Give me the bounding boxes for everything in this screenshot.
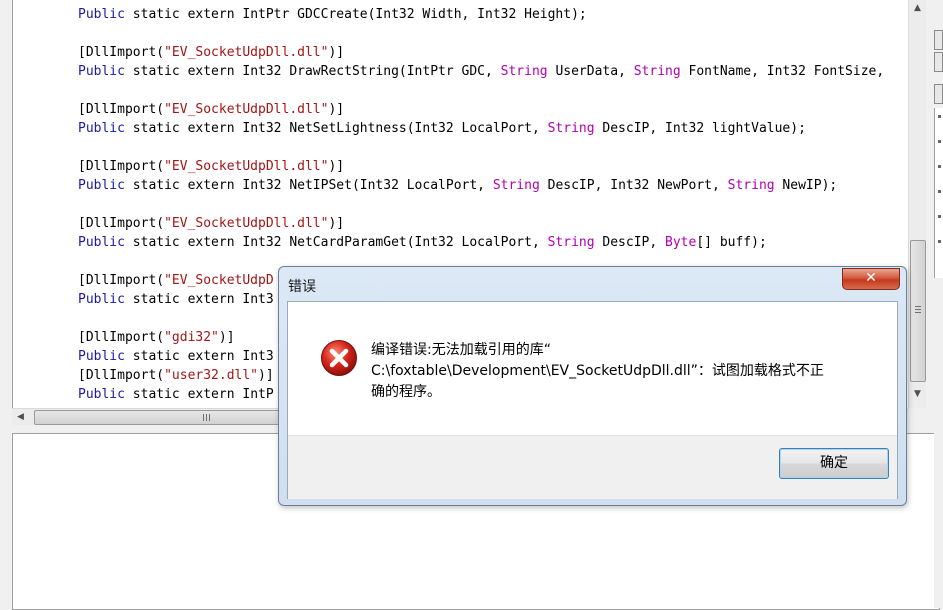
close-icon: ✕ <box>865 270 877 286</box>
code-line: [DllImport("EV_SocketUdpD <box>78 273 274 289</box>
attribute-text: [DllImport( <box>78 368 165 383</box>
type-keyword: String <box>727 178 775 193</box>
string-literal: "EV_SocketUdpDll.dll" <box>164 216 329 231</box>
side-list[interactable] <box>934 108 943 278</box>
side-button[interactable] <box>934 30 943 50</box>
code-text: [] buff); <box>696 235 767 250</box>
code-text: NewIP); <box>774 178 838 193</box>
attribute-text: )] <box>328 102 345 117</box>
keyword: Public <box>78 292 125 307</box>
code-text: static extern Int3 <box>124 292 274 307</box>
string-literal: "EV_SocketUdpDll.dll" <box>164 102 329 117</box>
type-keyword: Byte <box>665 235 697 250</box>
attribute-text: )] <box>328 45 345 60</box>
keyword: Public <box>78 387 125 402</box>
attribute-text: )] <box>328 216 345 231</box>
code-line: Public static extern IntP <box>78 387 274 403</box>
scroll-down-icon[interactable]: ▼ <box>909 386 926 403</box>
code-text: FontName, Int32 FontSize, <box>680 64 885 79</box>
scroll-thumb[interactable] <box>910 240 926 382</box>
code-text: UserData, <box>547 64 634 79</box>
code-line: [DllImport("EV_SocketUdpDll.dll")] <box>78 159 344 175</box>
code-line: [DllImport("EV_SocketUdpDll.dll")] <box>78 102 344 118</box>
code-line: Public static extern Int3 <box>78 349 274 365</box>
list-item <box>938 115 941 118</box>
error-dialog: 错误 ✕ 编译错误:无法加载引用的库“ C:\foxtable\Developm… <box>278 266 907 506</box>
dialog-body: 编译错误:无法加载引用的库“ C:\foxtable\Development\E… <box>287 301 898 499</box>
code-line: Public static extern IntPtr GDCCreate(In… <box>78 7 587 23</box>
string-literal: "EV_SocketUdpDll.dll" <box>164 159 329 174</box>
string-literal: "user32.dll" <box>164 368 259 383</box>
attribute-text: [DllImport( <box>78 159 165 174</box>
type-keyword: String <box>547 121 595 136</box>
attribute-text: [DllImport( <box>78 330 165 345</box>
keyword: Public <box>78 349 125 364</box>
string-literal: "gdi32" <box>164 330 219 345</box>
keyword: Public <box>78 7 125 22</box>
dialog-title: 错误 <box>288 279 316 295</box>
list-item <box>938 165 941 168</box>
list-item <box>938 215 941 218</box>
grip-line <box>206 414 207 421</box>
message-line: C:\foxtable\Development\EV_SocketUdpDll.… <box>371 363 824 379</box>
scroll-left-icon[interactable]: ◀ <box>12 409 29 426</box>
attribute-text: )] <box>258 368 274 383</box>
grip-line <box>209 414 210 421</box>
grip-line <box>203 414 204 421</box>
code-text: static extern Int3 <box>124 349 274 364</box>
code-line: Public static extern Int32 NetSetLightne… <box>78 121 806 137</box>
attribute-text: )] <box>218 330 235 345</box>
side-button[interactable] <box>934 84 943 104</box>
type-keyword: String <box>492 178 540 193</box>
code-line: Public static extern Int32 NetCardParamG… <box>78 235 767 251</box>
error-icon <box>321 340 357 376</box>
keyword: Public <box>78 235 125 250</box>
type-keyword: String <box>500 64 548 79</box>
grip-line <box>915 306 921 307</box>
code-text: DescIP, Int32 NewPort, <box>539 178 728 193</box>
attribute-text: [DllImport( <box>78 216 165 231</box>
keyword: Public <box>78 121 125 136</box>
code-text: static extern IntP <box>124 387 274 402</box>
side-button[interactable] <box>934 52 943 72</box>
code-text: static extern Int32 NetIPSet(Int32 Local… <box>124 178 493 193</box>
message-line: 确的程序。 <box>371 384 441 400</box>
dialog-footer: 确定 <box>288 435 897 499</box>
code-text: static extern Int32 NetSetLightness(Int3… <box>124 121 548 136</box>
string-literal: "EV_SocketUdpD <box>164 273 274 288</box>
keyword: Public <box>78 64 125 79</box>
code-text: static extern Int32 DrawRectString(IntPt… <box>124 64 501 79</box>
code-text: DescIP, Int32 lightValue); <box>594 121 806 136</box>
scroll-up-icon[interactable]: ▲ <box>909 0 926 17</box>
grip-line <box>915 309 921 310</box>
attribute-text: )] <box>328 159 345 174</box>
close-button[interactable]: ✕ <box>842 268 900 290</box>
attribute-text: [DllImport( <box>78 102 165 117</box>
code-line: [DllImport("user32.dll")] <box>78 368 274 384</box>
message-line: 编译错误:无法加载引用的库“ <box>371 342 551 358</box>
string-literal: "EV_SocketUdpDll.dll" <box>164 45 329 60</box>
list-item <box>938 140 941 143</box>
vertical-scrollbar[interactable]: ▲ ▼ <box>908 0 926 408</box>
code-line: Public static extern Int32 NetIPSet(Int3… <box>78 178 837 194</box>
code-line: Public static extern Int3 <box>78 292 274 308</box>
attribute-text: [DllImport( <box>78 273 165 288</box>
type-keyword: String <box>547 235 595 250</box>
attribute-text: [DllImport( <box>78 45 165 60</box>
list-item <box>938 190 941 193</box>
code-text: DescIP, <box>594 235 666 250</box>
type-keyword: String <box>633 64 681 79</box>
code-line: [DllImport("EV_SocketUdpDll.dll")] <box>78 216 344 232</box>
keyword: Public <box>78 178 125 193</box>
code-line: Public static extern Int32 DrawRectStrin… <box>78 64 884 80</box>
code-text: static extern IntPtr GDCCreate(Int32 Wid… <box>124 7 587 22</box>
code-line: [DllImport("gdi32")] <box>78 330 235 346</box>
code-text: static extern Int32 NetCardParamGet(Int3… <box>124 235 548 250</box>
error-message: 编译错误:无法加载引用的库“ C:\foxtable\Development\E… <box>371 340 871 403</box>
grip-line <box>915 312 921 313</box>
list-item <box>938 240 941 243</box>
ok-button[interactable]: 确定 <box>779 448 889 479</box>
code-line: [DllImport("EV_SocketUdpDll.dll")] <box>78 45 344 61</box>
